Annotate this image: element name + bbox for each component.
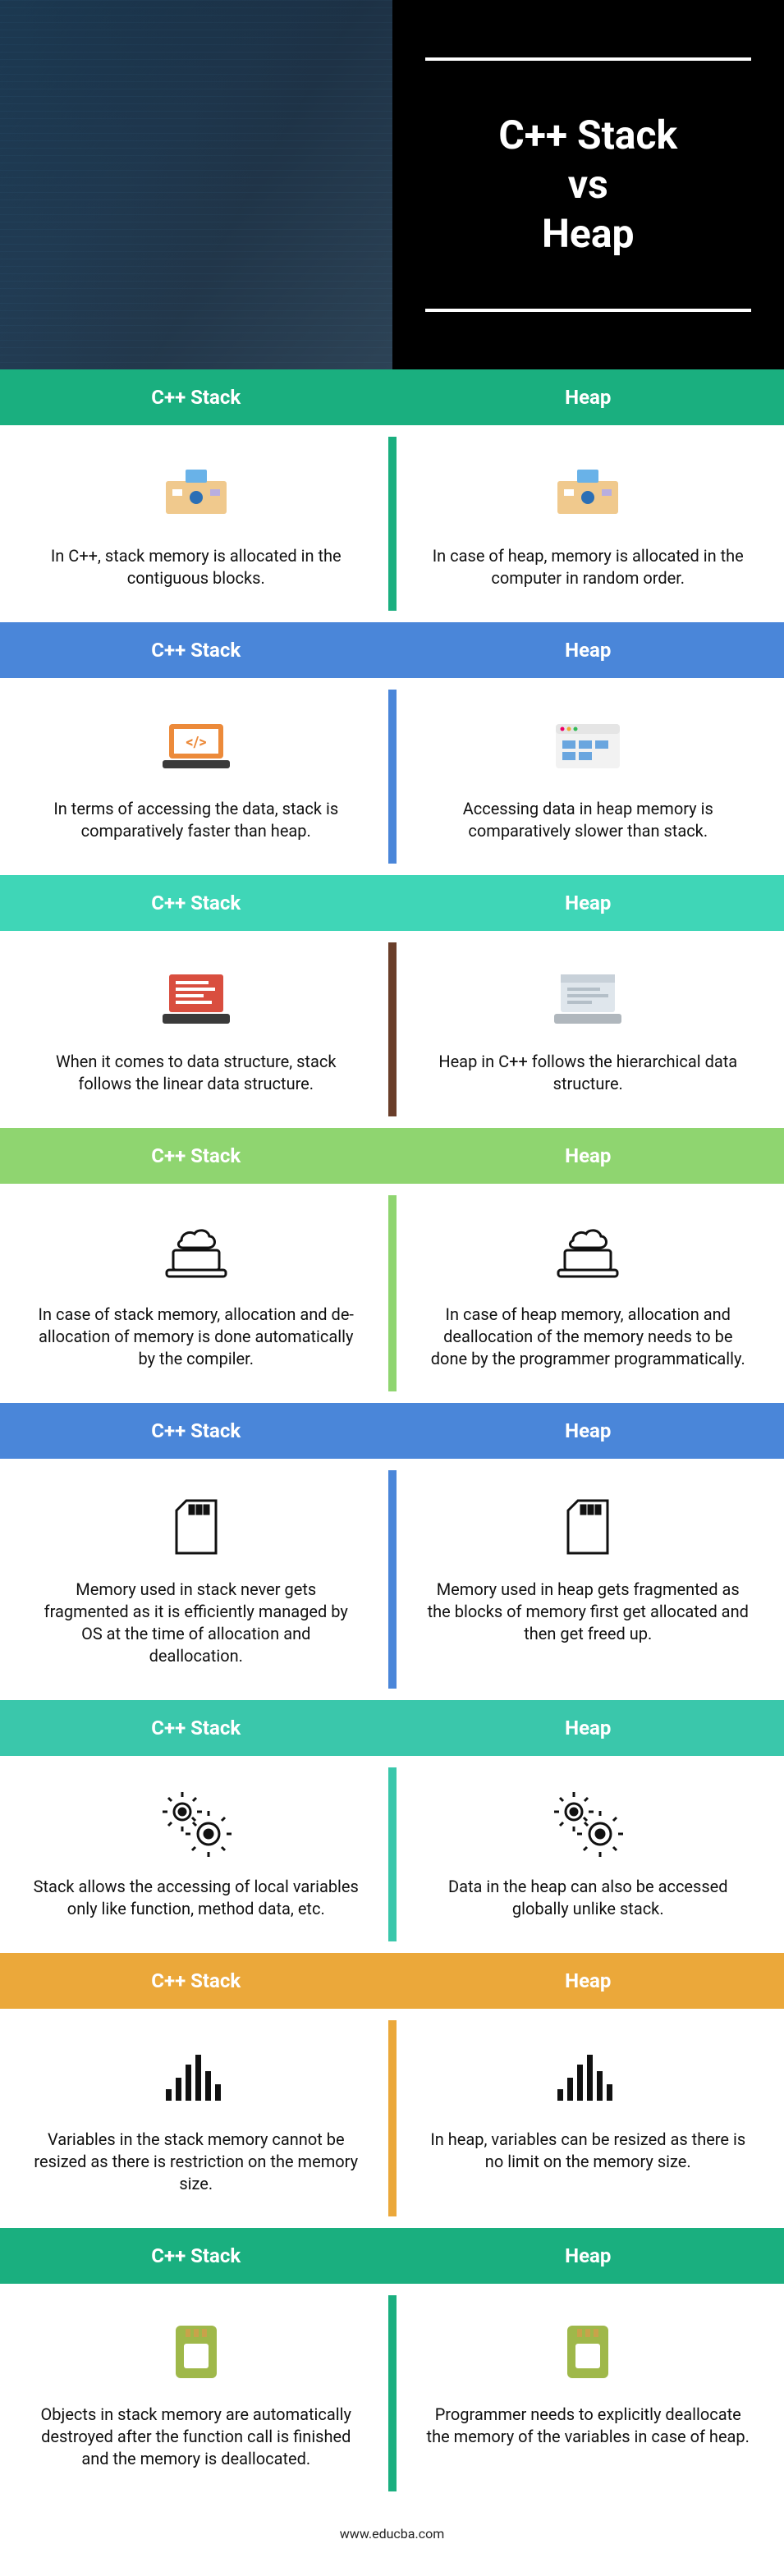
body-text: Objects in stack memory are automaticall… [33, 2404, 360, 2470]
cloud-laptop-icon [33, 1215, 360, 1289]
col-header-right: Heap [392, 1717, 784, 1739]
body-text: Stack allows the accessing of local vari… [33, 1876, 360, 1920]
body-text: Memory used in heap gets fragmented as t… [425, 1579, 752, 1645]
body-text: In terms of accessing the data, stack is… [33, 798, 360, 842]
body-text: Data in the heap can also be accessed gl… [425, 1876, 752, 1920]
desk-icon [33, 456, 360, 530]
memory-chip-icon [33, 2315, 360, 2389]
col-left: </> In terms of accessing the data, stac… [0, 698, 392, 850]
col-header-left: C++ Stack [0, 639, 392, 662]
sd-card-icon [33, 1490, 360, 1564]
divider [388, 1470, 397, 1689]
col-left: In C++, stack memory is allocated in the… [0, 445, 392, 598]
col-header-right: Heap [392, 386, 784, 409]
col-header-right: Heap [392, 892, 784, 914]
divider [388, 1195, 397, 1391]
window-laptop-icon [425, 962, 752, 1036]
section-body: Variables in the stack memory cannot be … [0, 2009, 784, 2228]
col-header-right: Heap [392, 639, 784, 662]
body-text: When it comes to data structure, stack f… [33, 1051, 360, 1095]
col-right: Accessing data in heap memory is compara… [392, 698, 784, 850]
svg-text:</>: </> [186, 734, 206, 751]
body-text: Memory used in stack never gets fragment… [33, 1579, 360, 1667]
col-left: Memory used in stack never gets fragment… [0, 1478, 392, 1675]
section-header: C++ Stack Heap [0, 1700, 784, 1756]
body-text: In case of heap, memory is allocated in … [425, 545, 752, 589]
body-text: Variables in the stack memory cannot be … [33, 2129, 360, 2195]
col-right: In case of heap memory, allocation and d… [392, 1203, 784, 1378]
col-right: Data in the heap can also be accessed gl… [392, 1776, 784, 1928]
section-header: C++ Stack Heap [0, 875, 784, 931]
page-title: C++ Stack vs Heap [498, 111, 677, 259]
body-text: Heap in C++ follows the hierarchical dat… [425, 1051, 752, 1095]
col-header-left: C++ Stack [0, 1144, 392, 1167]
body-text: In C++, stack memory is allocated in the… [33, 545, 360, 589]
bar-chart-icon [33, 2040, 360, 2114]
gears-icon [425, 1787, 752, 1861]
col-header-left: C++ Stack [0, 1717, 392, 1739]
section-header: C++ Stack Heap [0, 1128, 784, 1184]
section-body: In C++, stack memory is allocated in the… [0, 425, 784, 622]
text-laptop-icon [33, 962, 360, 1036]
col-header-right: Heap [392, 2244, 784, 2267]
col-right: In heap, variables can be resized as the… [392, 2028, 784, 2203]
hero-title-box: C++ Stack vs Heap [392, 0, 784, 369]
col-header-left: C++ Stack [0, 1969, 392, 1992]
desk-icon [425, 456, 752, 530]
divider [388, 1767, 397, 1941]
title-line: Heap [542, 210, 635, 257]
divider [388, 2295, 397, 2491]
col-header-left: C++ Stack [0, 1419, 392, 1442]
section-body: Memory used in stack never gets fragment… [0, 1459, 784, 1700]
title-line: vs [568, 161, 608, 208]
col-right: Memory used in heap gets fragmented as t… [392, 1478, 784, 1675]
section-body: When it comes to data structure, stack f… [0, 931, 784, 1128]
browser-grid-icon [425, 709, 752, 783]
section-header: C++ Stack Heap [0, 622, 784, 678]
col-left: Stack allows the accessing of local vari… [0, 1776, 392, 1928]
section-body: Objects in stack memory are automaticall… [0, 2284, 784, 2503]
col-right: Heap in C++ follows the hierarchical dat… [392, 951, 784, 1103]
section-body: Stack allows the accessing of local vari… [0, 1756, 784, 1953]
col-left: In case of stack memory, allocation and … [0, 1203, 392, 1378]
col-right: In case of heap, memory is allocated in … [392, 445, 784, 598]
body-text: Accessing data in heap memory is compara… [425, 798, 752, 842]
hero-image [0, 0, 392, 369]
divider [388, 690, 397, 864]
col-header-right: Heap [392, 1419, 784, 1442]
divider [388, 2020, 397, 2216]
col-header-left: C++ Stack [0, 892, 392, 914]
body-text: Programmer needs to explicitly deallocat… [425, 2404, 752, 2448]
hero: C++ Stack vs Heap [0, 0, 784, 369]
footer-text: www.educba.com [0, 2503, 784, 2574]
section-header: C++ Stack Heap [0, 1403, 784, 1459]
bar-chart-icon [425, 2040, 752, 2114]
section-header: C++ Stack Heap [0, 2228, 784, 2284]
code-laptop-icon: </> [33, 709, 360, 783]
memory-chip-icon [425, 2315, 752, 2389]
body-text: In heap, variables can be resized as the… [425, 2129, 752, 2173]
col-left: Variables in the stack memory cannot be … [0, 2028, 392, 2203]
col-left: Objects in stack memory are automaticall… [0, 2303, 392, 2478]
col-left: When it comes to data structure, stack f… [0, 951, 392, 1103]
col-right: Programmer needs to explicitly deallocat… [392, 2303, 784, 2478]
sd-card-icon [425, 1490, 752, 1564]
title-line: C++ Stack [498, 112, 677, 158]
body-text: In case of heap memory, allocation and d… [425, 1304, 752, 1370]
col-header-right: Heap [392, 1144, 784, 1167]
col-header-left: C++ Stack [0, 2244, 392, 2267]
cloud-laptop-icon [425, 1215, 752, 1289]
section-header: C++ Stack Heap [0, 369, 784, 425]
divider [388, 437, 397, 611]
col-header-right: Heap [392, 1969, 784, 1992]
section-body: </> In terms of accessing the data, stac… [0, 678, 784, 875]
divider [388, 942, 397, 1116]
body-text: In case of stack memory, allocation and … [33, 1304, 360, 1370]
col-header-left: C++ Stack [0, 386, 392, 409]
gears-icon [33, 1787, 360, 1861]
section-body: In case of stack memory, allocation and … [0, 1184, 784, 1403]
section-header: C++ Stack Heap [0, 1953, 784, 2009]
